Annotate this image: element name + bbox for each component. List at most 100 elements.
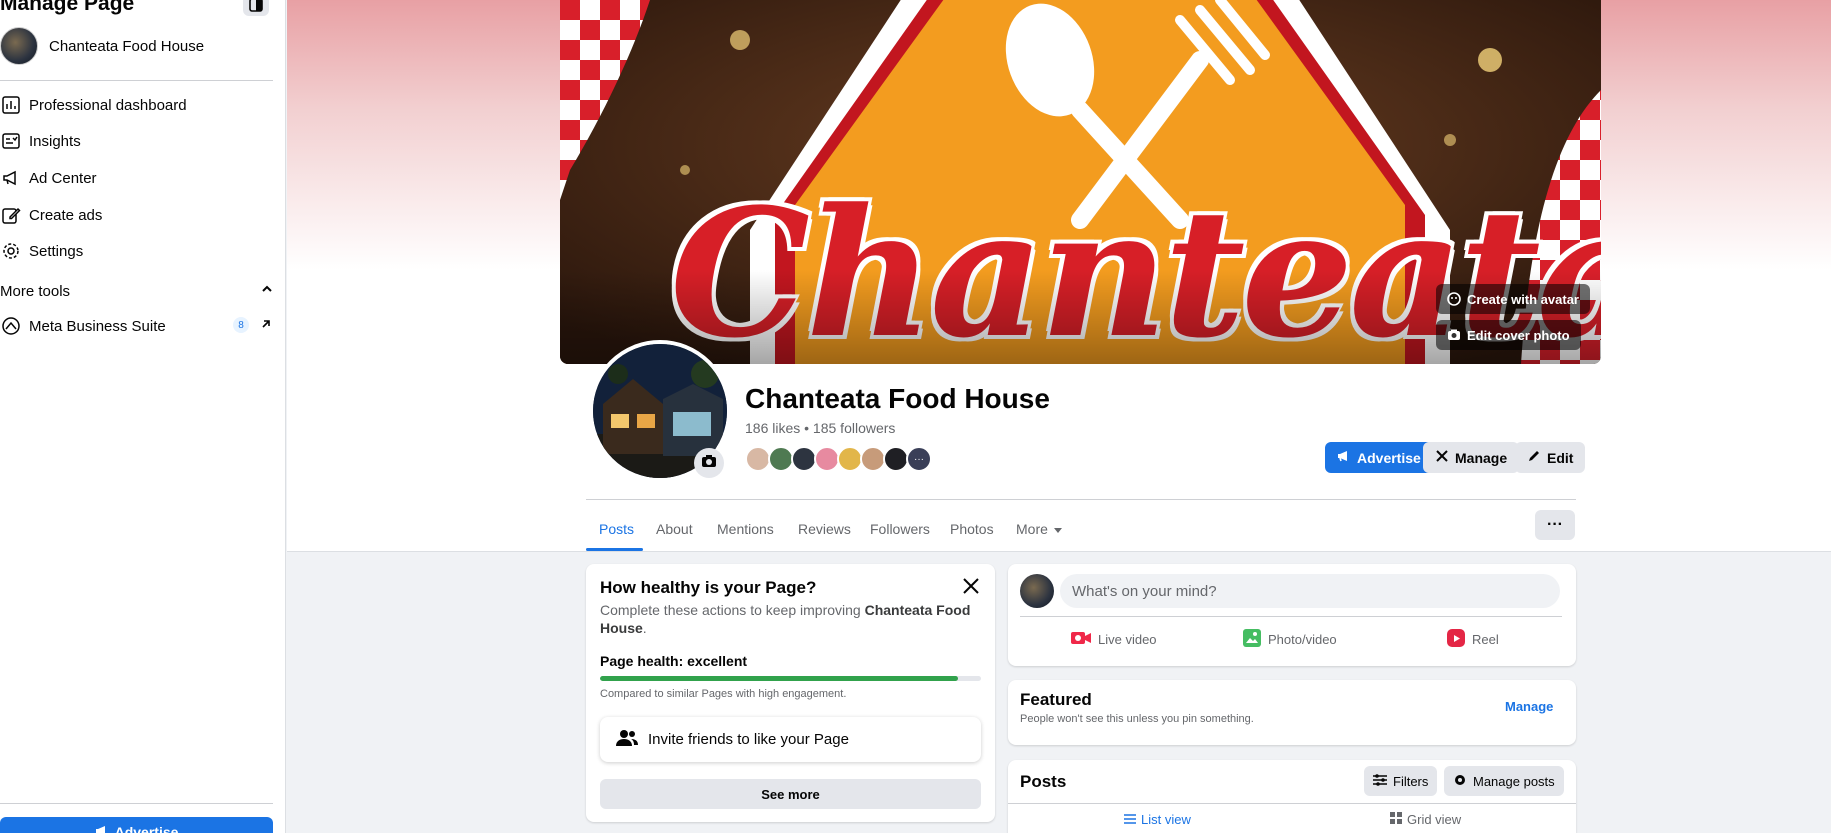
page-health-description: Complete these actions to keep improving…: [600, 601, 980, 637]
people-icon: [616, 729, 638, 751]
edit-button[interactable]: Edit: [1515, 442, 1586, 473]
composer-divider: [1020, 616, 1562, 617]
notification-badge: 8: [233, 317, 249, 333]
sidebar-item-label: Ad Center: [29, 169, 97, 187]
list-view-tab[interactable]: List view: [1124, 812, 1191, 827]
active-tab-indicator: [586, 548, 643, 551]
page-stats[interactable]: 186 likes • 185 followers: [745, 420, 895, 436]
close-icon[interactable]: [961, 576, 981, 601]
megaphone-icon: [0, 167, 22, 189]
sidebar-item-insights[interactable]: Insights: [0, 126, 273, 156]
grid-view-tab[interactable]: Grid view: [1390, 812, 1461, 827]
megaphone-icon: [95, 824, 109, 833]
tab-posts[interactable]: Posts: [599, 508, 634, 550]
reel-button[interactable]: Reel: [1446, 627, 1499, 651]
gear-icon: [1453, 773, 1467, 790]
see-more-button[interactable]: See more: [600, 779, 981, 809]
grid-view-label: Grid view: [1407, 812, 1462, 827]
sidebar-advertise-button[interactable]: Advertise: [0, 817, 273, 833]
pencil-icon: [0, 204, 22, 226]
chevron-up-icon: [261, 282, 273, 300]
posts-title: Posts: [1020, 772, 1067, 791]
photo-video-button[interactable]: Photo/video: [1242, 627, 1337, 651]
create-avatar-label: Create with avatar: [1467, 291, 1579, 307]
sidebar-item-professional-dashboard[interactable]: Professional dashboard: [0, 90, 273, 120]
collapse-sidebar-icon[interactable]: [243, 0, 269, 16]
more-options-button[interactable]: ···: [1535, 510, 1575, 540]
meta-business-suite-icon: [0, 315, 22, 337]
manage-posts-label: Manage posts: [1473, 773, 1555, 789]
tab-mentions[interactable]: Mentions: [717, 508, 774, 550]
camera-icon: [701, 453, 717, 474]
grid-icon: [1390, 812, 1402, 827]
manage-button[interactable]: Manage: [1423, 442, 1520, 473]
more-tools-toggle[interactable]: More tools: [0, 281, 273, 301]
sidebar-item-label: Professional dashboard: [29, 96, 187, 114]
page-health-bar-fill: [600, 676, 959, 681]
page-health-comparison: Compared to similar Pages with high enga…: [600, 688, 847, 700]
invite-label: Invite friends to like your Page: [648, 731, 849, 748]
posts-card: Posts Filters Manage posts List view Gri…: [1008, 760, 1576, 833]
page-avatar: [0, 27, 38, 65]
megaphone-icon: [1337, 449, 1351, 466]
gear-icon: [0, 240, 22, 262]
sidebar-page-switcher[interactable]: Chanteata Food House: [0, 27, 204, 65]
tab-about[interactable]: About: [656, 508, 693, 550]
list-view-label: List view: [1141, 812, 1191, 827]
caret-down-icon: [1053, 521, 1062, 537]
sidebar-item-label: Create ads: [29, 206, 103, 224]
description-suffix: .: [642, 620, 647, 636]
live-video-label: Live video: [1098, 631, 1157, 647]
featured-title: Featured: [1020, 690, 1092, 709]
follower-avatars[interactable]: ···: [745, 446, 932, 472]
manage-posts-button[interactable]: Manage posts: [1444, 766, 1564, 796]
tab-followers[interactable]: Followers: [870, 508, 930, 550]
advertise-label: Advertise: [114, 824, 179, 833]
insights-icon: [0, 130, 22, 152]
update-profile-picture-button[interactable]: [694, 448, 724, 478]
sidebar-item-label: Settings: [29, 242, 84, 260]
more-followers-icon: ···: [906, 446, 932, 472]
page-health-bar: [600, 676, 981, 681]
invite-friends-button[interactable]: Invite friends to like your Page: [600, 717, 981, 762]
live-video-icon: [1070, 629, 1092, 650]
whats-on-your-mind-input[interactable]: What's on your mind?: [1060, 574, 1560, 608]
page-health-title: How healthy is your Page?: [600, 578, 817, 597]
live-video-button[interactable]: Live video: [1070, 627, 1157, 651]
sidebar-page-name: Chanteata Food House: [49, 37, 205, 55]
pencil-icon: [1527, 449, 1541, 466]
description-text: Complete these actions to keep improving: [600, 602, 865, 618]
dashboard-icon: [0, 94, 22, 116]
sidebar-item-settings[interactable]: Settings: [0, 236, 273, 266]
more-tools-label: More tools: [0, 282, 71, 300]
sidebar-item-ad-center[interactable]: Ad Center: [0, 163, 273, 193]
composer-avatar: [1020, 574, 1054, 608]
edit-cover-label: Edit cover photo: [1467, 327, 1570, 343]
sidebar-item-create-ads[interactable]: Create ads: [0, 200, 273, 230]
advertise-button[interactable]: Advertise: [1325, 442, 1433, 473]
sidebar-item-meta-business-suite[interactable]: Meta Business Suite: [0, 311, 273, 341]
edit-label: Edit: [1547, 449, 1574, 466]
sidebar-item-label: Meta Business Suite: [29, 317, 166, 335]
filters-button[interactable]: Filters: [1364, 766, 1438, 796]
sidebar-divider: [0, 80, 273, 81]
photo-video-label: Photo/video: [1268, 631, 1337, 647]
create-with-avatar-button[interactable]: Create with avatar: [1436, 284, 1590, 314]
tools-icon: [1435, 449, 1449, 466]
edit-cover-photo-button[interactable]: Edit cover photo: [1436, 320, 1581, 350]
featured-manage-link[interactable]: Manage: [1505, 699, 1553, 714]
list-icon: [1124, 812, 1136, 827]
filter-icon: [1373, 773, 1387, 789]
featured-subtitle: People won't see this unless you pin som…: [1020, 713, 1254, 725]
camera-icon: [1447, 328, 1461, 342]
tab-more-label: More: [1016, 521, 1048, 537]
manage-label: Manage: [1455, 449, 1508, 466]
tab-more[interactable]: More: [1016, 508, 1062, 550]
tab-photos[interactable]: Photos: [950, 508, 994, 550]
post-composer-card: What's on your mind? Live video Photo/vi…: [1008, 564, 1576, 666]
posts-divider: [1008, 803, 1576, 804]
tab-reviews[interactable]: Reviews: [798, 508, 851, 550]
page-health-card: How healthy is your Page? Complete these…: [586, 564, 995, 822]
external-link-icon[interactable]: [260, 317, 272, 335]
reel-label: Reel: [1472, 631, 1499, 647]
